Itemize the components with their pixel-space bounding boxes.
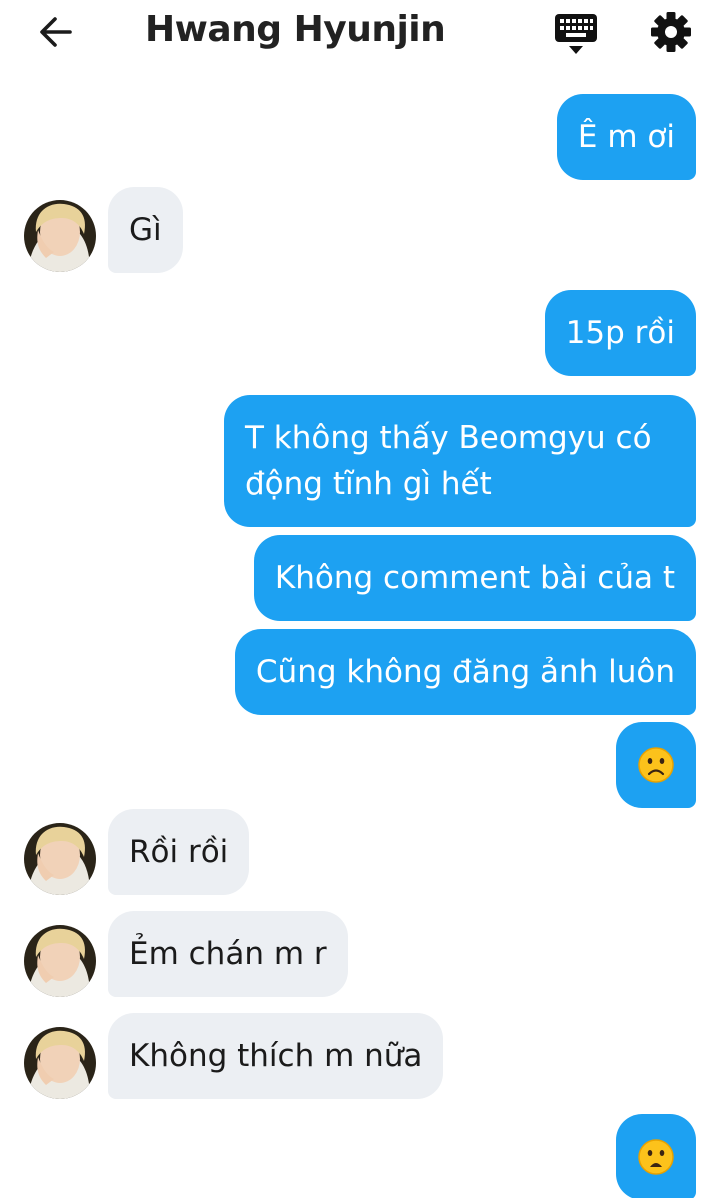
keyboard-button[interactable]	[552, 12, 600, 56]
back-button[interactable]	[34, 12, 78, 52]
outgoing-message[interactable]: T không thấy Beomgyu có động tĩnh gì hết	[224, 395, 696, 527]
gear-icon	[651, 12, 691, 52]
outgoing-message[interactable]: Không comment bài của t	[253, 535, 696, 621]
message-text: Ẻm chán m r	[129, 936, 327, 972]
settings-button[interactable]	[648, 9, 696, 55]
message-text: Gì	[129, 212, 162, 248]
outgoing-message[interactable]: Ê m ơi	[556, 94, 696, 180]
message-text: Cũng không đăng ảnh luôn	[255, 654, 675, 690]
contact-avatar[interactable]	[24, 200, 96, 272]
message-text: T không thấy Beomgyu có động tĩnh gì hết	[245, 420, 652, 502]
outgoing-message[interactable]: 15p rồi	[544, 290, 696, 376]
frowning-face-open-mouth-emoji	[638, 1139, 674, 1175]
outgoing-message[interactable]: Cũng không đăng ảnh luôn	[234, 629, 696, 715]
incoming-message[interactable]: Không thích m nữa	[108, 1013, 444, 1099]
contact-avatar[interactable]	[24, 1027, 96, 1099]
outgoing-emoji-message[interactable]	[616, 1114, 696, 1198]
incoming-message[interactable]: Gì	[108, 187, 183, 273]
chat-header: Hwang Hyunjin	[0, 0, 720, 66]
incoming-message[interactable]: Ẻm chán m r	[108, 911, 348, 997]
contact-avatar[interactable]	[24, 925, 96, 997]
contact-avatar[interactable]	[24, 823, 96, 895]
outgoing-emoji-message[interactable]	[616, 722, 696, 808]
slightly-frowning-face-emoji	[638, 747, 674, 783]
incoming-message[interactable]: Rồi rồi	[108, 809, 250, 895]
message-text: 15p rồi	[565, 315, 675, 351]
keyboard-icon	[555, 14, 597, 54]
message-text: Không comment bài của t	[274, 560, 675, 596]
arrow-left-icon	[40, 17, 72, 47]
message-text: Không thích m nữa	[129, 1038, 423, 1074]
contact-name: Hwang Hyunjin	[145, 9, 446, 50]
message-text: Ê m ơi	[577, 119, 675, 155]
message-text: Rồi rồi	[129, 834, 229, 870]
